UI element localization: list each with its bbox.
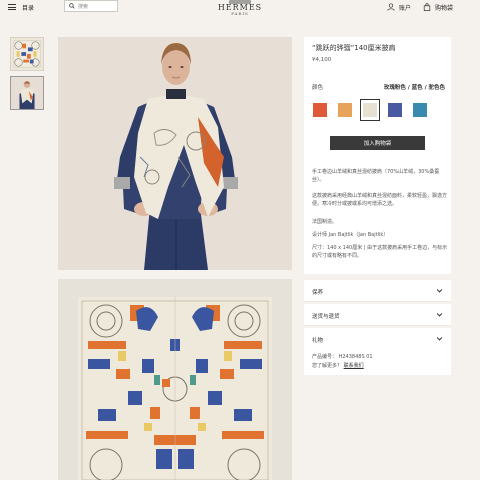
search-input[interactable]: 搜索 [64, 0, 118, 12]
accordion-label: 保养 [312, 290, 324, 296]
description-detail: 这款披肩采用经典山羊绒和真丝混纺面料，柔软轻盈，飘逸方便。寒冷时分或披或系均可增… [312, 193, 448, 207]
swatch-color-chip [388, 103, 402, 117]
scarf-photo[interactable] [58, 279, 292, 480]
scarf-thumbnail-image [11, 38, 43, 70]
cart-label: 购物袋 [435, 4, 454, 12]
color-swatch-5[interactable] [410, 99, 430, 121]
contact-us-link[interactable]: 联系我们 [344, 363, 364, 369]
color-swatch-3[interactable] [360, 99, 380, 121]
thumbnail-model[interactable] [10, 76, 44, 110]
model-thumbnail-image [11, 77, 43, 109]
swatch-color-chip [413, 103, 427, 117]
product-title: “跳跃的骅骝”140厘米披肩 [312, 44, 396, 52]
accordion-delivery[interactable]: 送货与退货 [304, 304, 451, 326]
swatch-color-chip [363, 103, 377, 117]
selected-color-name: 玫瑰粉色 / 蓝色 / 驼色色 [383, 85, 445, 91]
color-label: 颜色 [312, 85, 324, 91]
hamburger-icon [8, 4, 16, 10]
chevron-down-icon [436, 337, 443, 341]
account-label: 账户 [399, 4, 412, 12]
description-material: 手工卷边山羊绒和真丝混纺披肩（70%山羊绒，30%桑蚕丝）。 [312, 169, 440, 183]
thumbnail-scarf[interactable] [10, 37, 44, 71]
search-icon [69, 3, 75, 9]
model-photo[interactable] [58, 37, 292, 270]
product-price: ¥4,100 [312, 57, 332, 63]
product-code-value: H243848S 01 [338, 354, 373, 360]
chevron-down-icon [436, 313, 443, 317]
swatch-color-chip [338, 103, 352, 117]
chevron-down-icon [436, 289, 443, 293]
product-info: 产品编号： H243848S 01 您了解更多？ 联系我们 [304, 349, 451, 375]
description-origin: 法国制造。 [312, 219, 338, 225]
menu-button[interactable]: 目录 [8, 0, 34, 14]
account-link[interactable]: 账户 [387, 0, 411, 14]
add-to-cart-button[interactable]: 加入购物袋 [330, 136, 425, 150]
top-header: 目录 搜索 HERMES PARIS 账户 购物袋 [0, 0, 480, 16]
color-swatch-1[interactable] [310, 99, 330, 121]
product-panel: “跳跃的骅骝”140厘米披肩 ¥4,100 颜色 玫瑰粉色 / 蓝色 / 驼色色… [304, 37, 451, 274]
accordion-label: 送货与退货 [312, 314, 340, 320]
accordion-gift[interactable]: 礼物 [304, 328, 451, 350]
description-size: 尺寸：140 x 140厘米 | 由于这款披肩采用手工卷边，与标示的尺寸或有略有… [312, 245, 448, 259]
user-icon [387, 3, 395, 11]
swatch-color-chip [313, 103, 327, 117]
scarf-flat-image [58, 279, 292, 480]
color-swatch-4[interactable] [385, 99, 405, 121]
cart-link[interactable]: 购物袋 [423, 0, 453, 14]
brand-logo[interactable]: HERMES PARIS [210, 0, 270, 16]
model-wearing-scarf-image [58, 37, 292, 270]
description-designer: 设计师 Jan Bajtlik（Jan Bajtlik） [312, 232, 389, 238]
search-placeholder: 搜索 [78, 3, 89, 10]
color-swatch-2[interactable] [335, 99, 355, 121]
carriage-emblem-icon [229, 0, 251, 4]
accordion-care[interactable]: 保养 [304, 280, 451, 302]
product-code-label: 产品编号： [312, 354, 338, 360]
menu-label: 目录 [22, 4, 35, 12]
shopping-bag-icon [423, 3, 431, 11]
accordion-label: 礼物 [312, 338, 324, 344]
color-swatches [310, 99, 430, 121]
help-question: 您了解更多？ [312, 363, 343, 369]
brand-city: PARIS [231, 11, 249, 16]
